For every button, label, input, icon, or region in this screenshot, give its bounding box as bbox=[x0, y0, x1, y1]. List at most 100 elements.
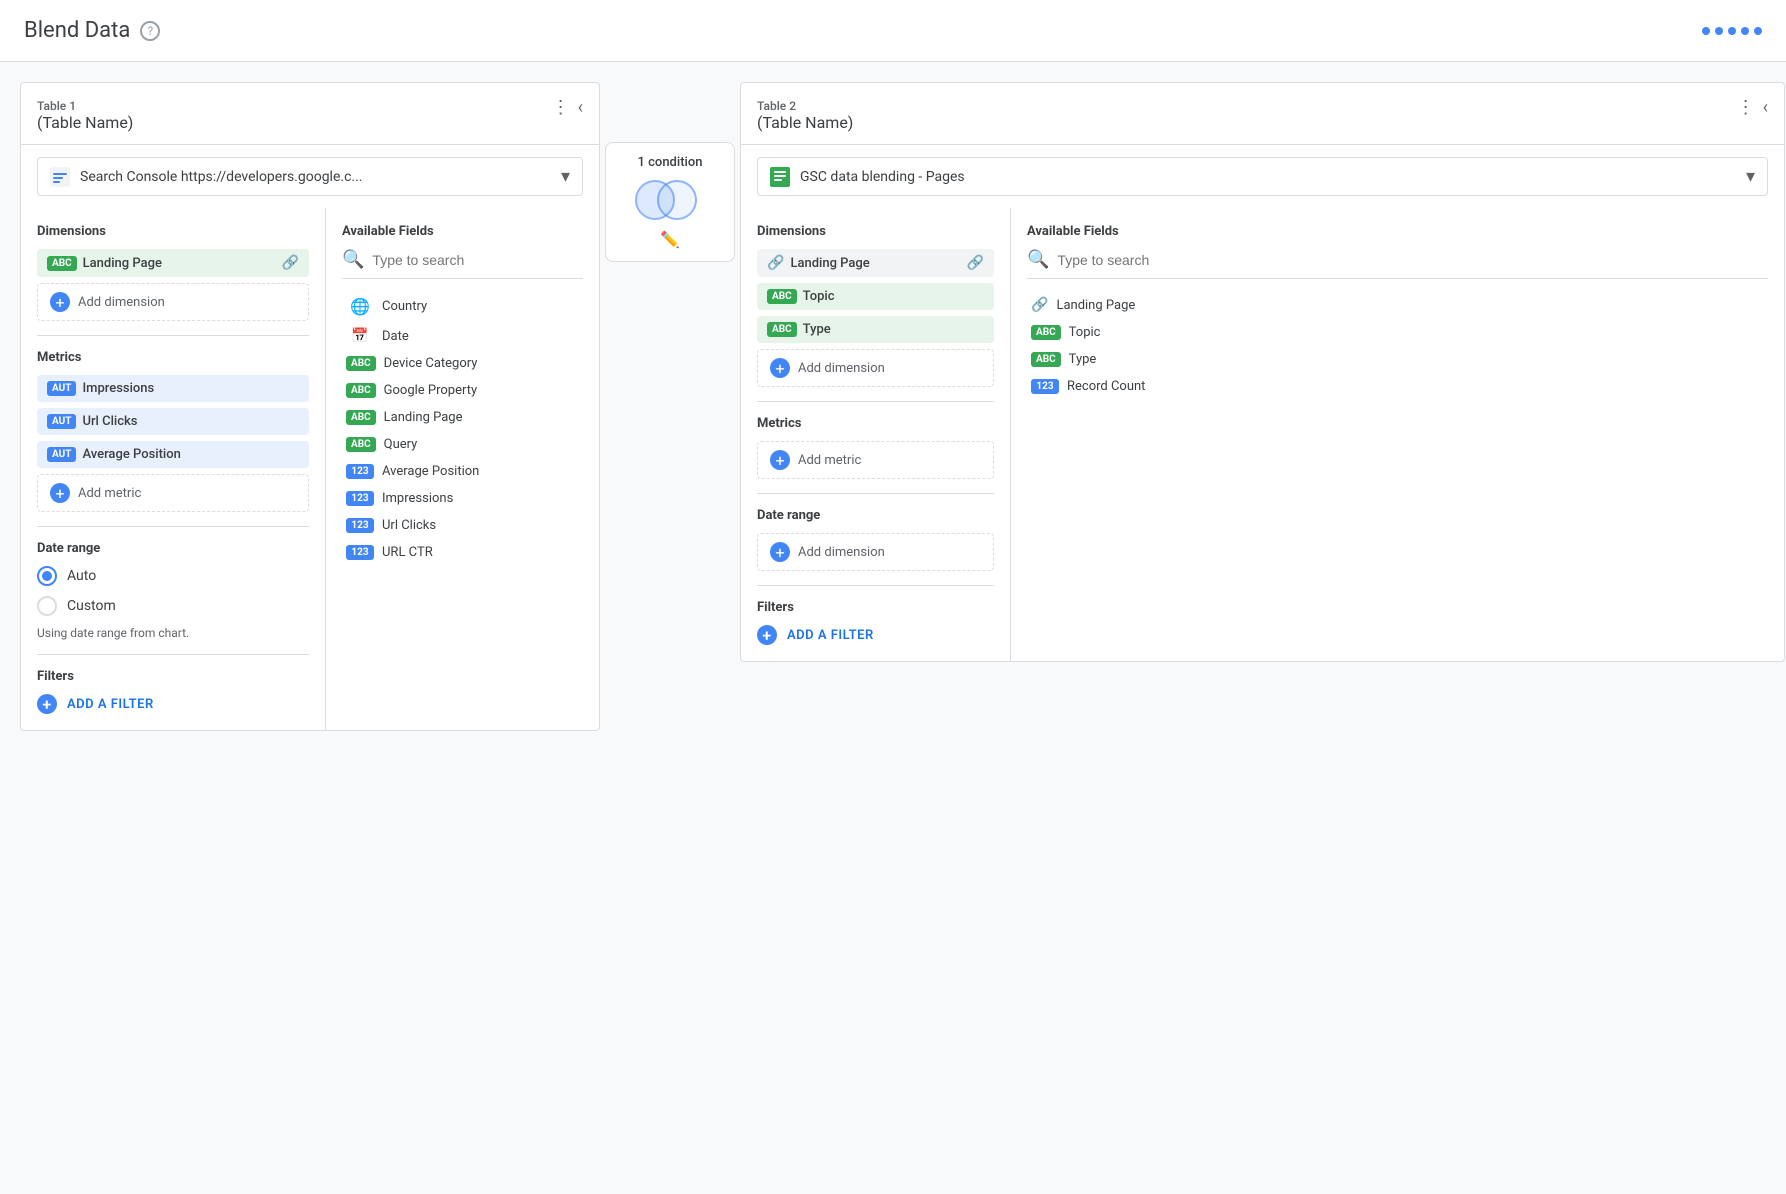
table2-avail-title: Available Fields bbox=[1027, 224, 1768, 239]
sep2 bbox=[37, 526, 309, 527]
table2-search-box: 🔍 bbox=[1027, 249, 1768, 279]
table1-header: Table 1 (Table Name) ⋮ ‹ bbox=[21, 83, 599, 145]
venn-diagram bbox=[635, 178, 705, 222]
table1-field-urlctr-label: URL CTR bbox=[382, 545, 433, 560]
table2-add-dimension-btn[interactable]: + Add dimension bbox=[757, 349, 994, 387]
table1-dim-badge-abc: ABC bbox=[47, 256, 77, 271]
table1-right-col: Available Fields 🔍 🌐 Country 📅 Date ABC … bbox=[326, 208, 599, 730]
table1-label: Table 1 bbox=[37, 99, 133, 113]
table2-filters-title: Filters bbox=[757, 600, 994, 615]
table2-body: Dimensions 🔗 Landing Page 🔗 ABC Topic AB… bbox=[741, 208, 1784, 661]
table2-source-text: GSC data blending - Pages bbox=[800, 169, 1736, 185]
table1-field-country[interactable]: 🌐 Country bbox=[342, 291, 583, 322]
table1-date-auto-dot bbox=[42, 571, 52, 581]
table2-add-date-btn[interactable]: + Add dimension bbox=[757, 533, 994, 571]
table1-field-date-label: Date bbox=[382, 329, 409, 344]
dots-menu bbox=[1702, 27, 1762, 53]
table1-field-device[interactable]: ABC Device Category bbox=[342, 350, 583, 377]
table1-field-urlctr[interactable]: 123 URL CTR bbox=[342, 539, 583, 566]
table1-panel: Table 1 (Table Name) ⋮ ‹ Search Console … bbox=[20, 82, 600, 731]
table1-filter-label: ADD A FILTER bbox=[67, 697, 154, 712]
table1-body: Dimensions ABC Landing Page 🔗 + Add dime… bbox=[21, 208, 599, 730]
table1-add-dim-label: Add dimension bbox=[78, 295, 165, 310]
dot-2 bbox=[1715, 27, 1723, 35]
sep5 bbox=[757, 493, 994, 494]
table2-metrics-title: Metrics bbox=[757, 416, 994, 431]
table2-dim-label-landing: Landing Page bbox=[790, 256, 960, 271]
table2-search-icon: 🔍 bbox=[1027, 249, 1049, 270]
table2-add-dim-icon: + bbox=[770, 358, 790, 378]
join-label: 1 condition bbox=[638, 155, 703, 170]
table2-search-input[interactable] bbox=[1057, 252, 1768, 268]
table2-field-landing[interactable]: 🔗 Landing Page bbox=[1027, 291, 1768, 319]
table1-date-auto-label: Auto bbox=[67, 568, 96, 584]
table2-dim-label-topic: Topic bbox=[803, 289, 984, 304]
table1-source-selector[interactable]: Search Console https://developers.google… bbox=[37, 157, 583, 196]
table1-date-auto-radio bbox=[37, 566, 57, 586]
table1-field-abc-badge1: ABC bbox=[346, 356, 376, 371]
table2-field-topic[interactable]: ABC Topic bbox=[1027, 319, 1768, 346]
table1-field-urlclicks[interactable]: 123 Url Clicks bbox=[342, 512, 583, 539]
table1-field-cal-icon: 📅 bbox=[346, 328, 374, 344]
table1-field-query[interactable]: ABC Query bbox=[342, 431, 583, 458]
table1-dim-link-icon: 🔗 bbox=[282, 255, 299, 271]
table1-field-123-badge3: 123 bbox=[346, 518, 374, 533]
table2-dimension-type[interactable]: ABC Type bbox=[757, 316, 994, 343]
help-icon[interactable]: ? bbox=[140, 21, 160, 41]
header-left: Blend Data ? bbox=[24, 18, 160, 61]
table2-add-metric-btn[interactable]: + Add metric bbox=[757, 441, 994, 479]
table1-more-icon[interactable]: ⋮ bbox=[552, 99, 570, 117]
table2-field-topic-label: Topic bbox=[1069, 325, 1101, 340]
table1-field-impressions[interactable]: 123 Impressions bbox=[342, 485, 583, 512]
table1-field-googleprop[interactable]: ABC Google Property bbox=[342, 377, 583, 404]
table1-dimension-landing-page[interactable]: ABC Landing Page 🔗 bbox=[37, 249, 309, 277]
table1-metric-urlclicks[interactable]: AUT Url Clicks bbox=[37, 408, 309, 435]
table2-source-selector[interactable]: GSC data blending - Pages ▾ bbox=[757, 157, 1768, 196]
table1-field-landingpage[interactable]: ABC Landing Page bbox=[342, 404, 583, 431]
table2-add-date-icon: + bbox=[770, 542, 790, 562]
table2-dimension-topic[interactable]: ABC Topic bbox=[757, 283, 994, 310]
table1-add-filter-btn[interactable]: + ADD A FILTER bbox=[37, 694, 309, 714]
table1-left-col: Dimensions ABC Landing Page 🔗 + Add dime… bbox=[21, 208, 326, 730]
table1-date-hint: Using date range from chart. bbox=[37, 626, 309, 640]
table2-filter-icon: + bbox=[757, 625, 777, 645]
table1-field-abc-badge4: ABC bbox=[346, 437, 376, 452]
table2-field-recordcount[interactable]: 123 Record Count bbox=[1027, 373, 1768, 400]
table1-dropdown-arrow: ▾ bbox=[561, 166, 570, 187]
table2-field-link-icon: 🔗 bbox=[1031, 297, 1048, 313]
table1-field-country-label: Country bbox=[382, 299, 427, 314]
table2-field-abc-badge1: ABC bbox=[1031, 325, 1061, 340]
table2-field-type[interactable]: ABC Type bbox=[1027, 346, 1768, 373]
table2-dim-label-type: Type bbox=[803, 322, 984, 337]
sep4 bbox=[757, 401, 994, 402]
join-box[interactable]: 1 condition ✏️ bbox=[605, 142, 735, 262]
dot-3 bbox=[1728, 27, 1736, 35]
table1-met-badge-aut1: AUT bbox=[47, 381, 76, 396]
table1-collapse-icon[interactable]: ‹ bbox=[578, 99, 583, 117]
table2-more-icon[interactable]: ⋮ bbox=[1737, 99, 1755, 117]
table1-field-avgpos[interactable]: 123 Average Position bbox=[342, 458, 583, 485]
table1-met-label-avgpos: Average Position bbox=[82, 447, 299, 462]
table2-collapse-icon[interactable]: ‹ bbox=[1763, 99, 1768, 117]
join-edit-icon[interactable]: ✏️ bbox=[660, 230, 680, 249]
table2-dim-badge-topic: ABC bbox=[767, 289, 797, 304]
table1-metric-impressions[interactable]: AUT Impressions bbox=[37, 375, 309, 402]
table2-dim-link-icon: 🔗 bbox=[767, 255, 784, 271]
page-title: Blend Data bbox=[24, 18, 130, 43]
table2-dimension-landing-page[interactable]: 🔗 Landing Page 🔗 bbox=[757, 249, 994, 277]
table1-field-abc-badge3: ABC bbox=[346, 410, 376, 425]
table1-field-device-label: Device Category bbox=[384, 356, 478, 371]
table1-field-date[interactable]: 📅 Date bbox=[342, 322, 583, 350]
table2-dimensions-title: Dimensions bbox=[757, 224, 994, 239]
table2-add-filter-btn[interactable]: + ADD A FILTER bbox=[757, 625, 994, 645]
table1-add-dimension-btn[interactable]: + Add dimension bbox=[37, 283, 309, 321]
table1-field-abc-badge2: ABC bbox=[346, 383, 376, 398]
table1-add-dim-icon: + bbox=[50, 292, 70, 312]
table1-date-auto[interactable]: Auto bbox=[37, 566, 309, 586]
table2-label: Table 2 bbox=[757, 99, 853, 113]
table1-metric-avgposition[interactable]: AUT Average Position bbox=[37, 441, 309, 468]
table1-date-custom[interactable]: Custom bbox=[37, 596, 309, 616]
table1-add-metric-btn[interactable]: + Add metric bbox=[37, 474, 309, 512]
table1-search-input[interactable] bbox=[372, 252, 583, 268]
table2-header: Table 2 (Table Name) ⋮ ‹ bbox=[741, 83, 1784, 145]
